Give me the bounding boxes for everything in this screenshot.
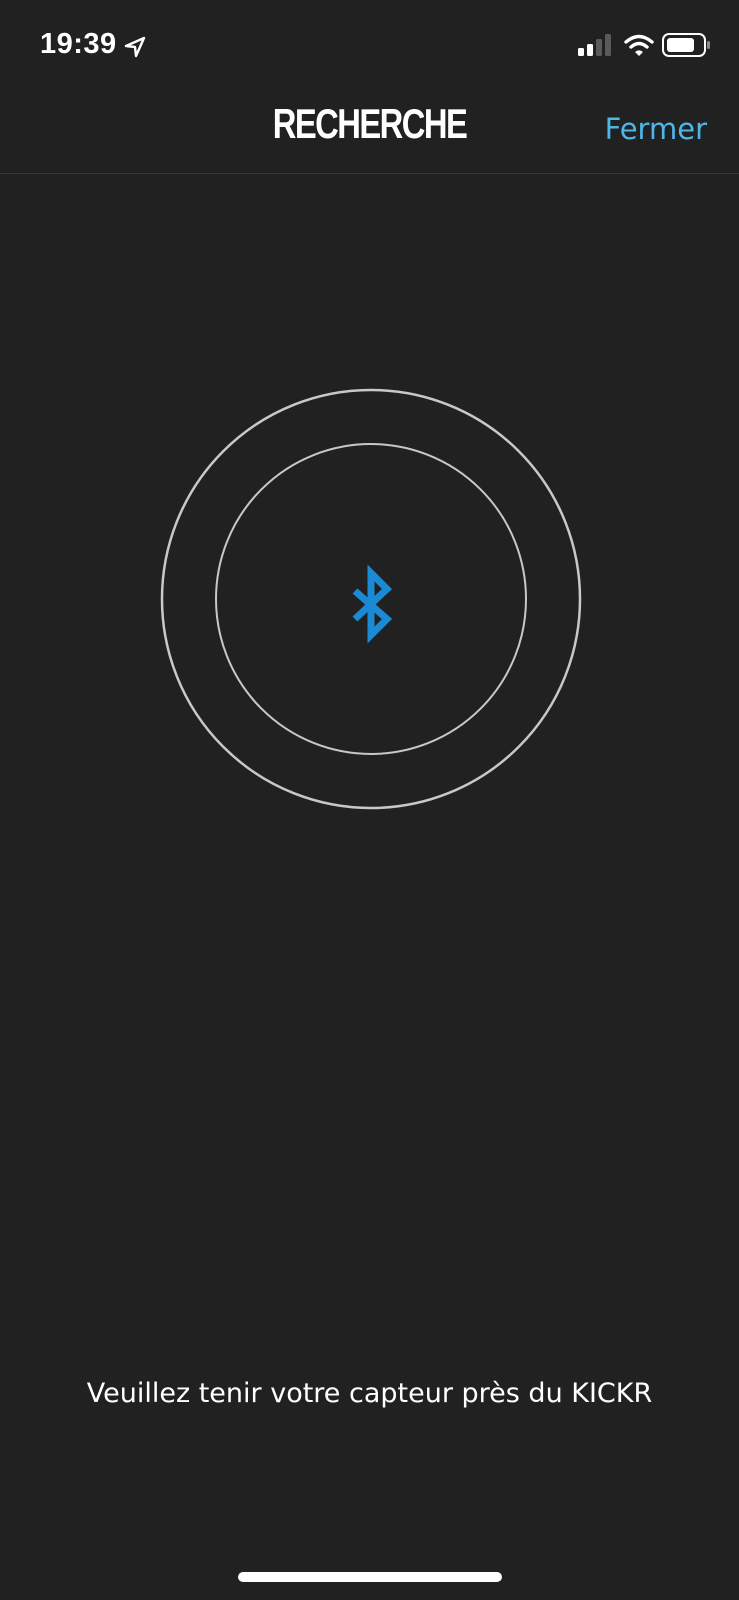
- status-time: 19:39: [40, 28, 117, 60]
- cellular-signal-icon: [578, 34, 611, 56]
- status-bar: 19:39: [0, 0, 739, 90]
- instruction-text: Veuillez tenir votre capteur près du KIC…: [86, 1378, 653, 1409]
- bluetooth-icon: [352, 564, 393, 644]
- close-button[interactable]: Fermer: [605, 112, 707, 146]
- navigation-bar: RECHERCHE Fermer: [0, 90, 739, 174]
- battery-icon: [662, 33, 710, 57]
- wifi-icon: [624, 34, 654, 56]
- page-title: RECHERCHE: [272, 100, 468, 147]
- location-arrow-icon: [124, 36, 146, 58]
- home-indicator[interactable]: [238, 1572, 502, 1582]
- bluetooth-search-radar: [160, 388, 582, 810]
